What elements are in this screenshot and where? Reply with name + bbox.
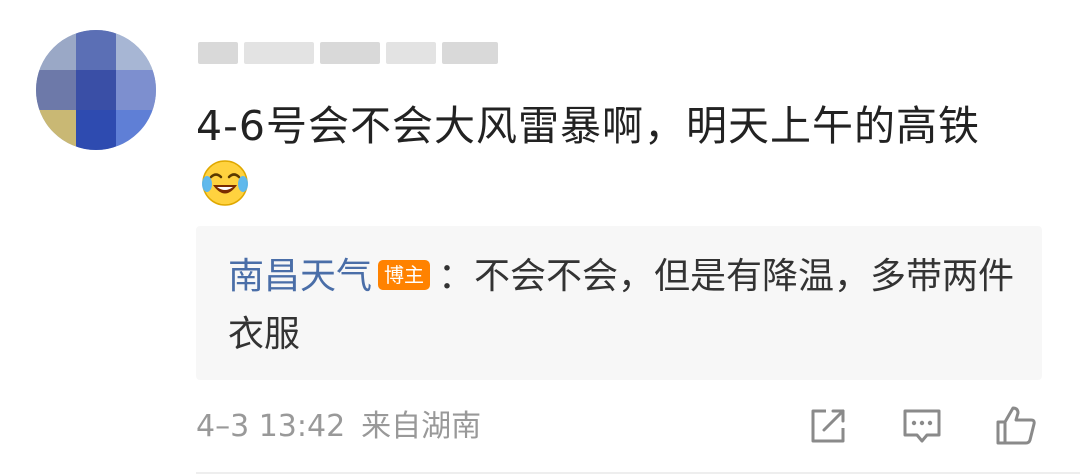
comment-meta: 4–3 13:42 来自湖南 bbox=[196, 402, 481, 452]
reply-content: 南昌天气 博主 ：不会不会，但是有降温，多带两件衣服 bbox=[228, 248, 1018, 364]
comment-item: 4-6号会不会大风雷暴啊，明天上午的高铁 南昌天气 博主 ：不会不会，但是有降温，多… bbox=[0, 0, 1080, 474]
avatar[interactable] bbox=[36, 30, 156, 150]
reply-box[interactable]: 南昌天气 博主 ：不会不会，但是有降温，多带两件衣服 bbox=[196, 226, 1042, 380]
laughing-crying-emoji-icon bbox=[202, 160, 248, 206]
username-blurred[interactable] bbox=[198, 36, 498, 72]
timestamp: 4–3 13:42 bbox=[196, 409, 346, 444]
share-icon[interactable] bbox=[804, 402, 852, 450]
comment-icon[interactable] bbox=[898, 402, 946, 450]
reply-separator: ： bbox=[438, 256, 475, 297]
comment-text: 4-6号会不会大风雷暴啊，明天上午的高铁 bbox=[196, 102, 980, 150]
author-badge: 博主 bbox=[378, 260, 431, 290]
source-location: 来自湖南 bbox=[361, 409, 482, 444]
like-icon[interactable] bbox=[992, 402, 1040, 450]
reply-author-link[interactable]: 南昌天气 bbox=[228, 256, 372, 297]
